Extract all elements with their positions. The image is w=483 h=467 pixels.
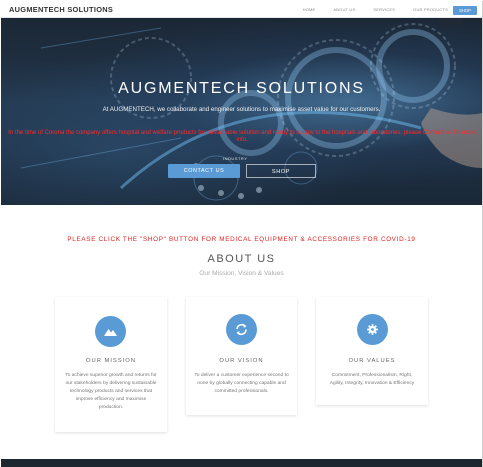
covid-shop-notice: PLEASE CLICK THE "SHOP" BUTTON FOR MEDIC… (67, 236, 416, 243)
hero-covid-notice: In the time of Corona the company offers… (8, 130, 476, 143)
hero-title: AUGMENTECH SOLUTIONS (118, 80, 365, 97)
values-title: OUR VALUES (348, 358, 396, 364)
hero-shop-button[interactable]: SHOP (246, 164, 316, 178)
about-subtitle: Our Mission, Vision & Values (199, 270, 284, 277)
footer-bar (1, 459, 482, 467)
contact-us-button[interactable]: CONTACT US (168, 164, 240, 178)
values-card: OUR VALUES Commitment, Professionalism, … (316, 297, 428, 405)
nav-shop-button[interactable]: Shop (453, 6, 477, 15)
vision-title: OUR VISION (219, 358, 264, 364)
gear-icon (357, 314, 388, 345)
nav-link-about[interactable]: About Us (333, 7, 355, 12)
mission-text: To achieve superior growth and returns f… (65, 373, 157, 410)
hero-small-label: INDUSTRY (223, 156, 248, 161)
vision-text: To deliver a customer experience second … (194, 373, 289, 394)
brand-logo-text[interactable]: AUGMENTECH SOLUTIONS (9, 5, 113, 14)
hero-corner-tag (439, 18, 463, 26)
nav-link-home[interactable]: Home (303, 7, 316, 12)
mountain-icon (95, 316, 126, 347)
mission-title: OUR MISSION (86, 358, 136, 364)
hero-subtitle: At AUGMENTECH, we collaborate and engine… (102, 106, 381, 113)
refresh-icon (226, 314, 257, 345)
nav-links: Home About Us Services Our Products (303, 7, 448, 12)
top-navbar: AUGMENTECH SOLUTIONS Home About Us Servi… (1, 1, 482, 18)
values-text: Commitment, Professionalism, Right, Agil… (329, 373, 415, 386)
hero-banner: AUGMENTECH SOLUTIONS At AUGMENTECH, we c… (1, 18, 482, 205)
nav-link-products[interactable]: Our Products (413, 7, 448, 12)
about-title: ABOUT US (207, 253, 276, 265)
mission-card: OUR MISSION To achieve superior growth a… (55, 297, 167, 432)
nav-link-services[interactable]: Services (373, 7, 395, 12)
vision-card: OUR VISION To deliver a customer experie… (186, 297, 297, 415)
